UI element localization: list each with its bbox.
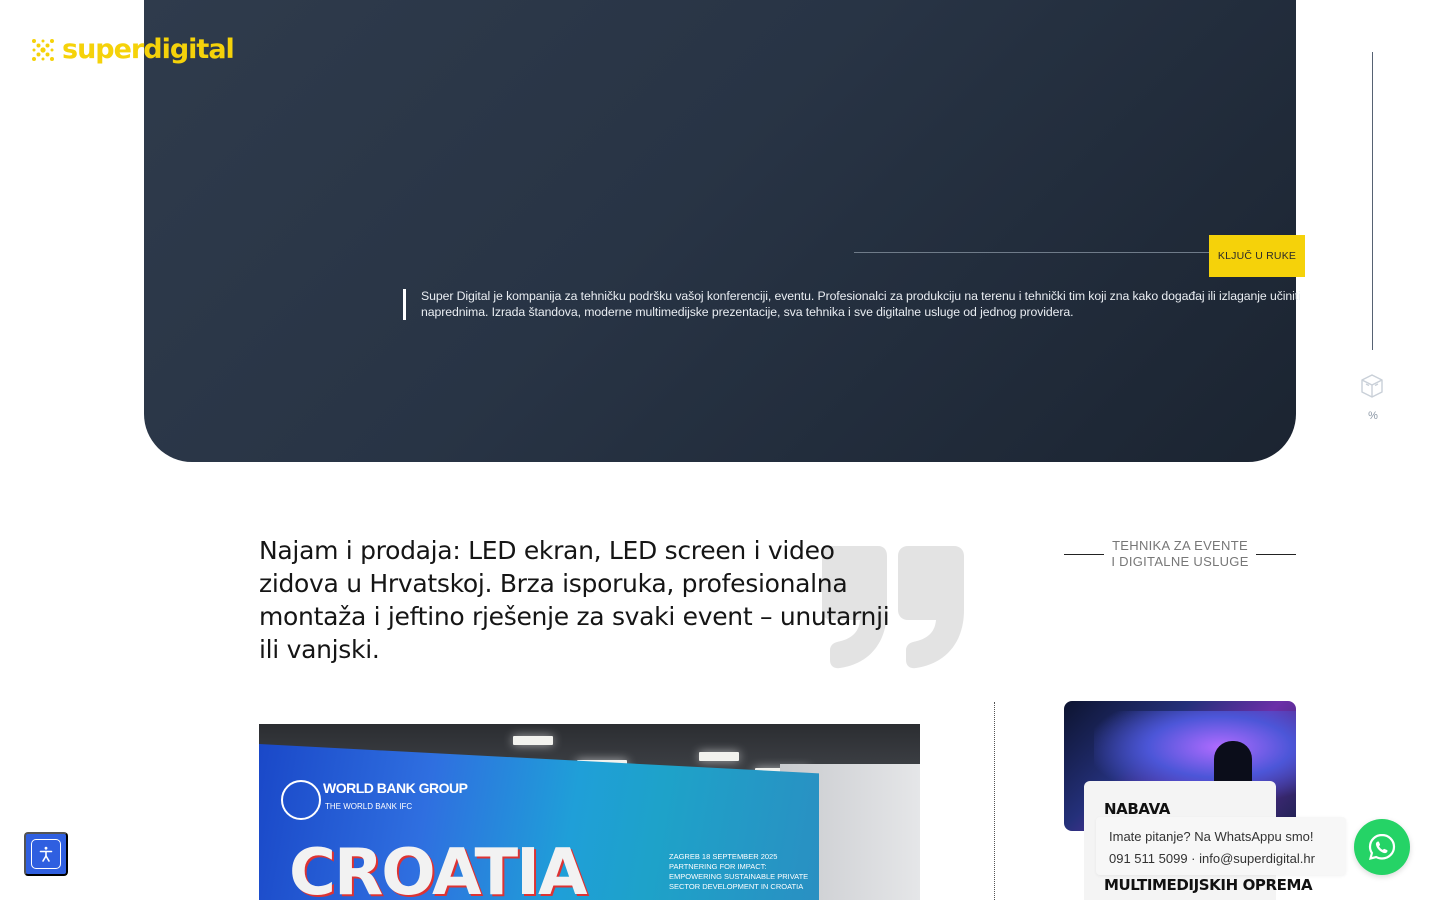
cube-book-icon[interactable] xyxy=(1358,372,1386,400)
ceiling-lamp xyxy=(513,736,553,745)
card-label-nabava[interactable]: NABAVA xyxy=(1104,800,1170,818)
whatsapp-bubble[interactable]: Imate pitanje? Na WhatsAppu smo! 091 511… xyxy=(1096,817,1346,875)
whatsapp-line-1: Imate pitanje? Na WhatsAppu smo! xyxy=(1109,826,1346,848)
dotted-divider xyxy=(994,702,995,900)
whatsapp-icon xyxy=(1368,833,1396,861)
title-dash-left xyxy=(1064,553,1104,555)
screen-brand-line-1: WORLD BANK GROUP xyxy=(323,780,468,796)
led-screen-photo: WORLD BANK GROUP THE WORLD BANK IFC CROA… xyxy=(259,724,920,900)
logo[interactable]: superdigital xyxy=(30,34,235,65)
ceiling-lamp xyxy=(699,752,739,761)
hero-divider-line xyxy=(854,252,1210,253)
world-bank-logo-icon xyxy=(281,780,321,820)
scroll-percent: % xyxy=(1368,410,1378,422)
page: KLJUČ U RUKE Super Digital je kompanija … xyxy=(0,0,1440,900)
page-headline: Najam i prodaja: LED ekran, LED screen i… xyxy=(259,536,890,664)
sidebar-title-line-2: I DIGITALNE USLUGE xyxy=(1111,554,1249,569)
sidebar-title: TEHNIKA ZA EVENTE I DIGITALNE USLUGE xyxy=(1064,538,1296,570)
screen-brand-line-2: THE WORLD BANK IFC xyxy=(325,802,413,811)
sidebar-title-text: TEHNIKA ZA EVENTE I DIGITALNE USLUGE xyxy=(1111,538,1248,570)
logo-text: superdigital xyxy=(62,34,235,65)
title-dash-right xyxy=(1255,553,1296,555)
accessibility-icon xyxy=(39,846,53,862)
hero-vertical-line xyxy=(1372,52,1373,350)
accessibility-button[interactable] xyxy=(24,832,68,876)
whatsapp-contact: 091 511 5099 · info@superdigital.hr xyxy=(1109,851,1315,866)
whatsapp-question: Imate pitanje? xyxy=(1109,829,1191,844)
hero-description: Super Digital je kompanija za tehničku p… xyxy=(403,289,1308,320)
screen-big-word: CROATIA xyxy=(289,836,587,900)
screen-event-text: ZAGREB 18 SEPTEMBER 2025 PARTNERING FOR … xyxy=(669,852,809,891)
logo-mark-icon xyxy=(30,37,56,63)
whatsapp-invite: Na WhatsAppu smo! xyxy=(1190,829,1314,844)
card-label-multimedijskih[interactable]: MULTIMEDIJSKIH OPREMA xyxy=(1104,876,1313,895)
sidebar-title-line-1: TEHNIKA ZA EVENTE xyxy=(1112,538,1248,553)
kljuc-u-ruke-button[interactable]: KLJUČ U RUKE xyxy=(1209,235,1305,277)
hero-section: KLJUČ U RUKE Super Digital je kompanija … xyxy=(144,0,1383,462)
whatsapp-button[interactable] xyxy=(1354,819,1410,875)
accessibility-icon-frame xyxy=(31,839,61,869)
